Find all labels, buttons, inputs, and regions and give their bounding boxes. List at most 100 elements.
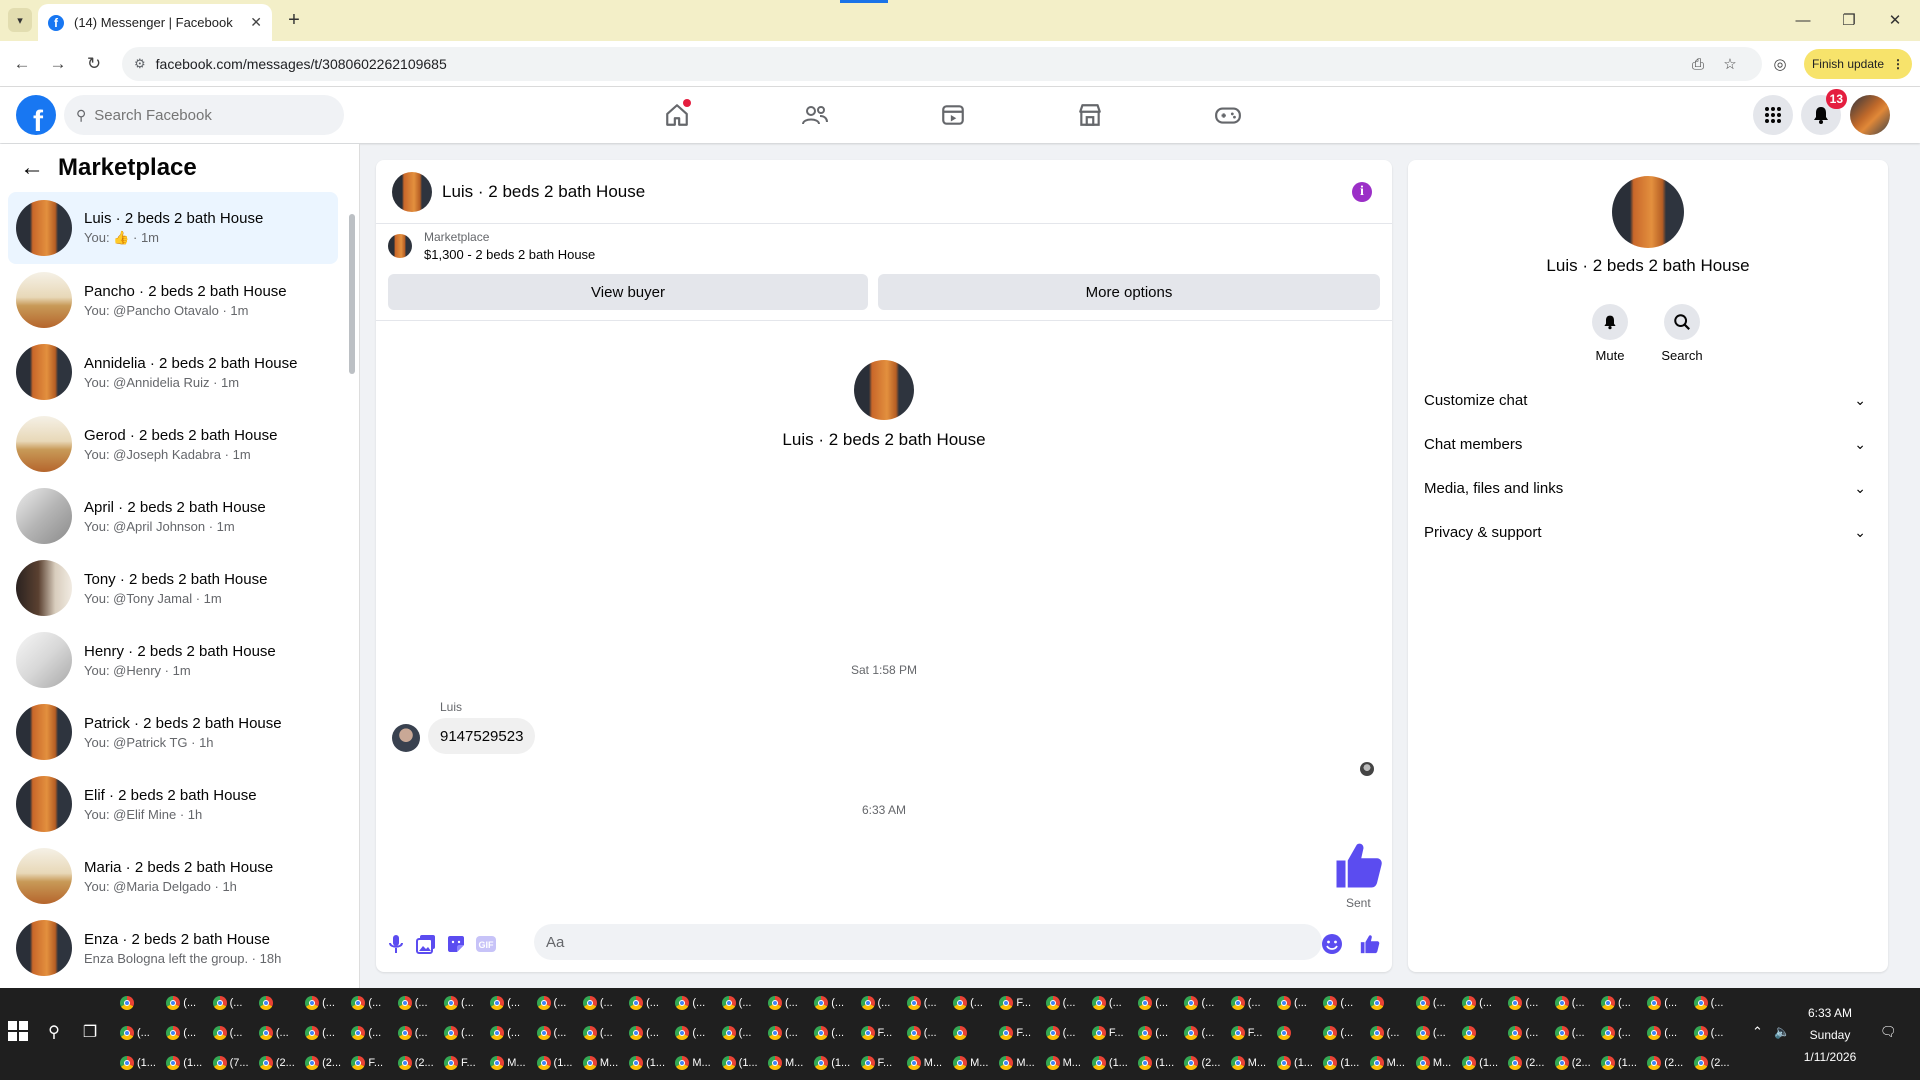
taskbar-chrome-window[interactable]: (... [814,1022,860,1044]
taskbar-chrome-window[interactable]: (... [536,992,583,1014]
taskbar-chrome-window[interactable]: (... [1693,1022,1740,1044]
taskbar-chrome-window[interactable]: (... [536,1022,583,1044]
taskbar-chrome-window[interactable] [120,992,166,1014]
taskbar-chrome-window[interactable]: (2... [1647,1052,1693,1074]
finish-update-button[interactable]: Finish update ⋮ [1804,49,1912,79]
bookmark-star-icon[interactable]: ☆ [1718,52,1742,76]
taskbar-chrome-window[interactable]: (7... [212,1052,259,1074]
like-send-icon[interactable] [1358,932,1382,956]
taskbar-chrome-window[interactable]: (1... [1091,1052,1138,1074]
taskbar-chrome-window[interactable]: (2... [258,1052,305,1074]
minimize-button[interactable]: — [1780,6,1826,34]
taskbar-chrome-window[interactable]: (... [767,1022,814,1044]
close-window-button[interactable]: ✕ [1872,6,1918,34]
taskbar-chrome-window[interactable]: (... [1184,992,1230,1014]
taskbar-chrome-window[interactable]: (... [1091,992,1138,1014]
taskbar-chrome-window[interactable]: (... [721,1022,768,1044]
facebook-search-box[interactable]: ⚲ [64,95,344,135]
taskbar-chrome-window[interactable] [1277,1022,1323,1044]
taskbar-chrome-window[interactable]: (... [351,1022,397,1044]
taskbar-chrome-window[interactable]: (... [1554,1022,1601,1044]
taskbar-chrome-window[interactable]: (... [906,1022,953,1044]
taskbar-chrome-window[interactable]: (... [1601,992,1647,1014]
install-app-icon[interactable]: ⎙ [1686,52,1710,76]
taskbar-chrome-window[interactable]: M... [953,1052,999,1074]
taskbar-chrome-window[interactable]: (... [1693,992,1740,1014]
taskbar-chrome-window[interactable]: (2... [1184,1052,1230,1074]
taskbar-chrome-window[interactable]: (... [305,992,351,1014]
taskbar-chrome-window[interactable]: (... [1369,1022,1416,1044]
taskbar-chrome-window[interactable]: M... [675,1052,721,1074]
taskbar-chrome-window[interactable]: F... [999,1022,1045,1044]
taskbar-chrome-window[interactable]: M... [767,1052,814,1074]
profile-icon[interactable]: ◎ [1768,52,1792,76]
taskbar-chrome-window[interactable]: (... [120,1022,166,1044]
taskbar-chrome-window[interactable]: (1... [1323,1052,1369,1074]
taskbar-chrome-window[interactable]: (... [397,992,444,1014]
close-tab-icon[interactable]: ✕ [250,14,262,31]
taskbar-chrome-window[interactable]: M... [1369,1052,1416,1074]
taskbar-chrome-window[interactable]: (... [1323,992,1369,1014]
taskbar-chrome-window[interactable] [1369,992,1416,1014]
taskbar-chrome-window[interactable]: M... [582,1052,629,1074]
page-scrollbar[interactable] [1908,144,1920,988]
search-in-conversation-button[interactable]: Search [1652,304,1712,363]
taskbar-chrome-window[interactable]: (... [212,992,259,1014]
taskbar-chrome-window[interactable]: (... [1462,992,1508,1014]
taskbar-chrome-window[interactable]: (... [721,992,768,1014]
emoji-icon[interactable] [1320,932,1344,956]
taskbar-chrome-window[interactable]: (... [1138,992,1184,1014]
chat-profile-avatar[interactable] [854,360,914,420]
taskbar-chrome-window[interactable]: (... [1415,992,1462,1014]
taskbar-chrome-window[interactable]: (... [1230,992,1277,1014]
taskbar-chrome-window[interactable]: (2... [1693,1052,1740,1074]
more-options-button[interactable]: More options [878,274,1380,310]
taskbar-chrome-window[interactable]: M... [906,1052,953,1074]
view-buyer-button[interactable]: View buyer [388,274,868,310]
taskbar-chrome-window[interactable]: (... [582,992,629,1014]
restore-button[interactable]: ❐ [1826,6,1872,34]
taskbar-chrome-window[interactable]: (... [906,992,953,1014]
chat-members-section[interactable]: Chat members ⌄ [1424,422,1872,466]
taskbar-chrome-window[interactable]: F... [443,1052,490,1074]
back-icon[interactable]: ← [10,52,34,76]
account-avatar[interactable] [1850,95,1890,135]
taskbar-chrome-window[interactable]: (... [1508,992,1554,1014]
conversation-item[interactable]: Maria · 2 beds 2 bath House You: @Maria D… [8,840,338,912]
taskbar-chrome-window[interactable]: F... [1091,1022,1138,1044]
conversation-item[interactable]: Annidelia · 2 beds 2 bath House You: @Ann… [8,336,338,408]
conversation-item[interactable]: Gerod · 2 beds 2 bath House You: @Joseph … [8,408,338,480]
marketplace-nav-icon[interactable] [1070,95,1110,135]
taskbar-chrome-window[interactable]: (... [1045,1022,1092,1044]
tab-search-dropdown-icon[interactable]: ▾ [8,8,32,32]
notifications-bell-icon[interactable]: 13 [1801,89,1847,135]
taskbar-chrome-window[interactable]: (... [767,992,814,1014]
details-avatar[interactable] [1612,176,1684,248]
taskbar-chrome-window[interactable]: (... [166,992,212,1014]
taskbar-chrome-window[interactable]: (2... [1508,1052,1554,1074]
conversation-item[interactable]: Henry · 2 beds 2 bath House You: @Henry ·… [8,624,338,696]
customize-chat-section[interactable]: Customize chat ⌄ [1424,378,1872,422]
taskbar-chrome-window[interactable]: (1... [1138,1052,1184,1074]
taskbar-chrome-window[interactable]: (... [1601,1022,1647,1044]
conversation-item[interactable]: Elif · 2 beds 2 bath House You: @Elif Min… [8,768,338,840]
taskbar-chrome-window[interactable]: M... [999,1052,1045,1074]
taskbar-chrome-window[interactable]: (... [860,992,907,1014]
photo-icon[interactable] [414,932,438,956]
taskbar-chrome-window[interactable]: (... [1323,1022,1369,1044]
taskbar-chrome-window[interactable]: (... [814,992,860,1014]
site-info-icon[interactable]: ⚙ [134,56,146,72]
taskbar-chrome-window[interactable]: (... [1647,992,1693,1014]
taskbar-chrome-window[interactable]: (1... [536,1052,583,1074]
video-nav-icon[interactable] [933,95,973,135]
media-files-links-section[interactable]: Media, files and links ⌄ [1424,466,1872,510]
chat-title[interactable]: Luis · 2 beds 2 bath House [442,182,645,202]
back-arrow-icon[interactable]: ← [20,154,44,182]
chat-header-avatar[interactable] [392,171,432,212]
taskbar-chrome-window[interactable] [258,992,305,1014]
sender-avatar[interactable] [392,724,420,752]
taskbar-chrome-window[interactable]: (... [258,1022,305,1044]
taskbar-chrome-window[interactable]: (... [1045,992,1092,1014]
taskbar-chrome-window[interactable]: F... [999,992,1045,1014]
message-input[interactable] [534,924,1322,960]
